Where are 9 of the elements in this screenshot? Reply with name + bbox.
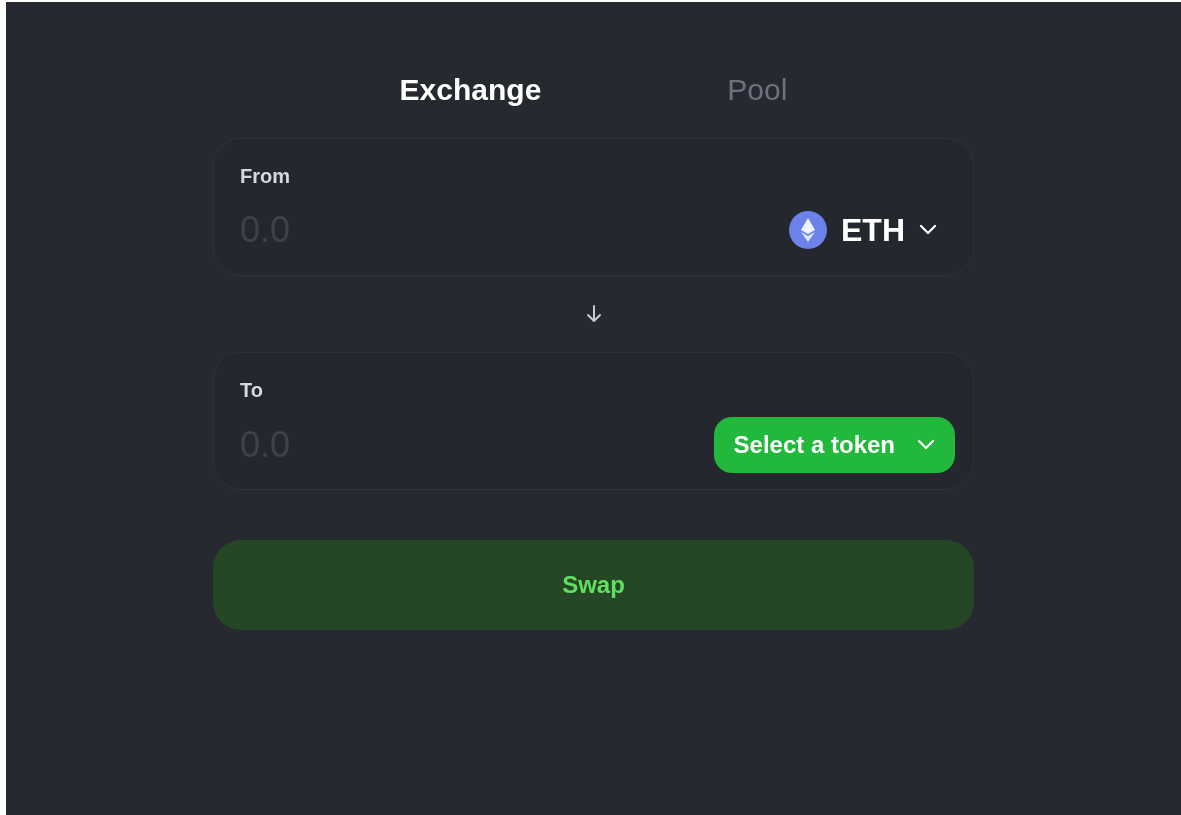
panel-label: From	[240, 164, 290, 189]
chevron-down-icon	[917, 439, 935, 451]
token-selector[interactable]: ETH	[789, 206, 947, 254]
ethereum-icon	[789, 211, 827, 249]
chevron-down-icon	[919, 224, 937, 236]
panel-label: To	[240, 378, 263, 403]
arrow-down-icon	[585, 305, 602, 323]
tab[interactable]: Exchange	[399, 66, 542, 112]
swap-button[interactable]: Swap	[213, 540, 974, 630]
